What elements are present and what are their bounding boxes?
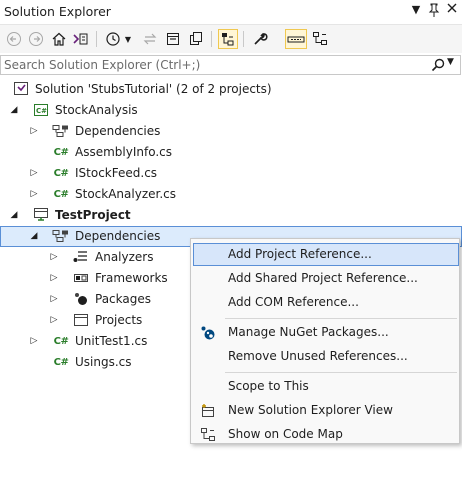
menu-item-add-shared-project-reference[interactable]: Add Shared Project Reference... bbox=[193, 267, 459, 290]
code-map-icon bbox=[199, 426, 217, 443]
csharp-file-icon: C# bbox=[53, 188, 69, 200]
test-project-icon bbox=[32, 207, 50, 223]
tree-item-sa-dependencies[interactable]: ▷ Dependencies bbox=[0, 121, 462, 142]
menu-item-add-project-reference[interactable]: Add Project Reference... bbox=[193, 243, 459, 266]
dependencies-icon bbox=[52, 123, 70, 139]
tree-item-label: StockAnalyzer.cs bbox=[75, 187, 176, 201]
analyzers-icon bbox=[72, 249, 90, 265]
forward-icon[interactable] bbox=[26, 29, 46, 49]
tree-item-assemblyinfo[interactable]: C# AssemblyInfo.cs bbox=[0, 142, 462, 163]
sync-icon[interactable] bbox=[140, 29, 160, 49]
preview-selected-items-icon[interactable] bbox=[285, 29, 307, 49]
tree-item-label: StockAnalysis bbox=[55, 103, 138, 117]
back-icon[interactable] bbox=[4, 29, 24, 49]
tree-item-testproject[interactable]: ◢ TestProject bbox=[0, 205, 462, 226]
search-options-dropdown-icon[interactable]: ▼ bbox=[447, 57, 454, 67]
tree-item-solution[interactable]: Solution 'StubsTutorial' (2 of 2 project… bbox=[0, 79, 462, 100]
new-view-icon bbox=[199, 402, 217, 419]
expanded-arrow-icon[interactable]: ◢ bbox=[28, 230, 40, 242]
menu-item-show-on-code-map[interactable]: Show on Code Map bbox=[193, 423, 459, 446]
menu-item-label: Add COM Reference... bbox=[228, 295, 359, 309]
projects-icon bbox=[72, 312, 90, 328]
collapsed-arrow-icon[interactable]: ▷ bbox=[48, 314, 60, 326]
tree-item-label: Projects bbox=[95, 313, 143, 327]
close-icon[interactable] bbox=[444, 3, 460, 19]
toolbar-separator bbox=[211, 31, 212, 47]
dependencies-icon bbox=[52, 228, 70, 244]
window-title: Solution Explorer bbox=[4, 4, 111, 19]
toolbar: ▼ bbox=[0, 25, 462, 53]
menu-item-scope-to-this[interactable]: Scope to This bbox=[193, 375, 459, 398]
track-active-icon[interactable] bbox=[218, 29, 238, 49]
search-input[interactable] bbox=[4, 57, 414, 73]
search-icon[interactable] bbox=[431, 58, 445, 75]
collapsed-arrow-icon[interactable]: ▷ bbox=[48, 293, 60, 305]
tree-item-label: Packages bbox=[95, 292, 151, 306]
menu-separator bbox=[225, 372, 457, 373]
menu-separator bbox=[225, 318, 457, 319]
properties-icon[interactable] bbox=[250, 29, 270, 49]
tree-item-label: TestProject bbox=[55, 208, 131, 222]
tree-item-istockfeed[interactable]: ▷ C# IStockFeed.cs bbox=[0, 163, 462, 184]
tree-item-label: Solution 'StubsTutorial' (2 of 2 project… bbox=[35, 82, 272, 96]
tree-item-label: IStockFeed.cs bbox=[75, 166, 158, 180]
menu-item-label: Show on Code Map bbox=[228, 427, 343, 441]
tree-item-label: UnitTest1.cs bbox=[75, 334, 148, 348]
tree-item-stockanalysis[interactable]: ◢ C# StockAnalysis bbox=[0, 100, 462, 121]
tree-item-label: AssemblyInfo.cs bbox=[75, 145, 173, 159]
menu-item-label: New Solution Explorer View bbox=[228, 403, 393, 417]
history-dropdown-icon[interactable]: ▼ bbox=[122, 29, 134, 49]
context-menu: Add Project Reference... Add Shared Proj… bbox=[190, 238, 460, 444]
collapsed-arrow-icon[interactable]: ▷ bbox=[28, 125, 40, 137]
search-box: ▼ bbox=[0, 55, 461, 75]
toolbar-separator bbox=[243, 31, 244, 47]
collapsed-arrow-icon[interactable]: ▷ bbox=[28, 335, 40, 347]
csharp-project-icon: C# bbox=[32, 102, 50, 118]
collapsed-arrow-icon[interactable]: ▷ bbox=[28, 188, 40, 200]
csharp-file-icon: C# bbox=[53, 335, 69, 347]
menu-item-label: Add Shared Project Reference... bbox=[228, 271, 418, 285]
frameworks-icon bbox=[72, 270, 90, 286]
pin-icon[interactable] bbox=[426, 3, 442, 19]
menu-item-label: Remove Unused References... bbox=[228, 349, 408, 363]
collapsed-arrow-icon[interactable]: ▷ bbox=[48, 272, 60, 284]
show-all-files-icon[interactable] bbox=[186, 29, 206, 49]
tree-item-label: Dependencies bbox=[75, 124, 161, 138]
svg-text:C#: C# bbox=[36, 107, 47, 115]
collapsed-arrow-icon[interactable]: ▷ bbox=[48, 251, 60, 263]
collapsed-arrow-icon[interactable]: ▷ bbox=[28, 167, 40, 179]
menu-item-new-solution-explorer-view[interactable]: New Solution Explorer View bbox=[193, 399, 459, 422]
menu-item-label: Scope to This bbox=[228, 379, 309, 393]
expanded-arrow-icon[interactable]: ◢ bbox=[8, 209, 20, 221]
menu-item-remove-unused-references[interactable]: Remove Unused References... bbox=[193, 345, 459, 368]
csharp-file-icon: C# bbox=[53, 146, 69, 158]
menu-item-manage-nuget[interactable]: Manage NuGet Packages... bbox=[193, 321, 459, 344]
tree-item-label: Dependencies bbox=[75, 229, 161, 243]
menu-item-label: Manage NuGet Packages... bbox=[228, 325, 389, 339]
csharp-file-icon: C# bbox=[53, 167, 69, 179]
window-options-dropdown-icon[interactable]: ▼ bbox=[408, 3, 424, 19]
tree-item-label: Frameworks bbox=[95, 271, 168, 285]
collapse-all-icon[interactable] bbox=[163, 29, 183, 49]
switch-views-icon[interactable] bbox=[71, 29, 91, 49]
solution-icon bbox=[12, 81, 30, 97]
tree-item-stockanalyzer[interactable]: ▷ C# StockAnalyzer.cs bbox=[0, 184, 462, 205]
history-icon[interactable] bbox=[103, 29, 123, 49]
csharp-file-icon: C# bbox=[53, 356, 69, 368]
menu-item-label: Add Project Reference... bbox=[228, 247, 372, 261]
nuget-icon bbox=[199, 324, 217, 341]
tree-item-label: Analyzers bbox=[95, 250, 154, 264]
home-icon[interactable] bbox=[49, 29, 69, 49]
expanded-arrow-icon[interactable]: ◢ bbox=[8, 104, 20, 116]
title-bar: Solution Explorer ▼ bbox=[0, 0, 462, 25]
tree-item-label: Usings.cs bbox=[75, 355, 132, 369]
packages-icon bbox=[72, 291, 90, 307]
menu-item-add-com-reference[interactable]: Add COM Reference... bbox=[193, 291, 459, 314]
toolbar-separator bbox=[96, 31, 97, 47]
code-map-icon[interactable] bbox=[310, 29, 330, 49]
